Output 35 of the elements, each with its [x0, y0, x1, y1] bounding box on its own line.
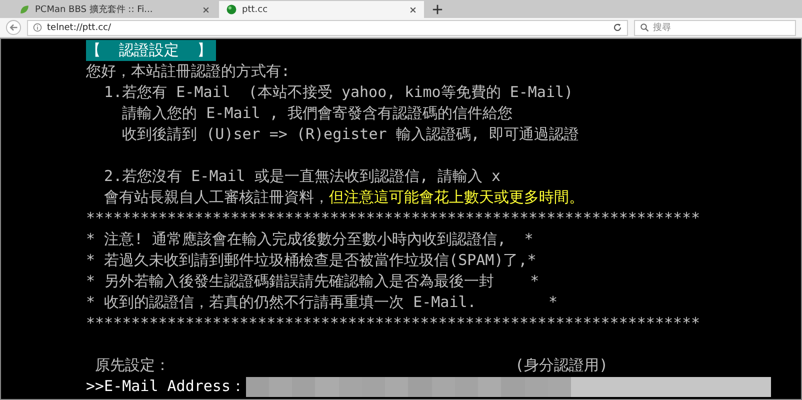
terminal-text: 會有站長親自人工審核註冊資料， [103, 187, 330, 208]
reload-icon[interactable] [613, 23, 622, 32]
section-title: 【 認證設定 】 [86, 40, 216, 61]
close-icon[interactable] [409, 6, 417, 14]
terminal-text: ******************************************************************** [86, 313, 700, 334]
terminal-text: 收到後請到 (U)ser => (R)egister 輸入認證碼, 即可通過認證 [121, 124, 579, 145]
input-field[interactable] [246, 376, 771, 396]
terminal-text: 1.若您有 E-Mail (本站不接受 yahoo, kimo等免費的 E-Mail) [103, 82, 574, 103]
terminal-text: * 若過久未收到請到郵件垃圾桶檢查是否被當作垃圾信(SPAM)了,* [86, 250, 536, 271]
url-text: telnet://ptt.cc/ [47, 22, 112, 32]
terminal-note: (身分認證用) [515, 355, 608, 376]
tab-title: ptt.cc [242, 4, 269, 14]
leaf-icon [19, 4, 30, 15]
info-icon[interactable] [33, 23, 42, 32]
terminal-text: ******************************************************************** [86, 208, 700, 229]
terminal-text: * 另外若輸入後發生認證碼錯誤請先確認輸入是否為最後一封 * [86, 271, 540, 292]
warning-text: 但注意這可能會花上數天或更多時間。 [329, 187, 584, 208]
address-bar[interactable]: telnet://ptt.cc/ [27, 20, 628, 36]
terminal-text: * 收到的認證信，若真的仍然不行請再重填一次 E-Mail. * [86, 292, 558, 313]
back-icon[interactable] [6, 20, 21, 35]
globe-icon [226, 4, 237, 15]
search-placeholder: 搜尋 [653, 22, 671, 34]
terminal-text: 2.若您沒有 E-Mail 或是一直無法收到認證信, 請輸入 x [103, 166, 500, 187]
prompt-label: >>E-Mail Address： [86, 376, 246, 397]
close-icon[interactable] [202, 6, 210, 14]
tab-title: PCMan BBS 擴充套件 :: Fi... [35, 4, 154, 16]
search-field[interactable]: 搜尋 [634, 20, 796, 36]
search-icon [640, 23, 649, 32]
terminal-text: 請輸入您的 E-Mail , 我們會寄發含有認證碼的信件給您 [121, 103, 512, 124]
terminal-text: 原先設定： [94, 355, 170, 376]
browser-tab[interactable]: ptt.cc [219, 1, 424, 18]
terminal-text: * 注意! 通常應該會在輸入完成後數分至數小時內收到認證信, * [86, 229, 534, 250]
browser-tab[interactable]: PCMan BBS 擴充套件 :: Fi... [12, 1, 217, 18]
terminal-text: 您好，本站註冊認證的方式有: [86, 61, 290, 82]
new-tab-icon[interactable] [432, 4, 443, 15]
